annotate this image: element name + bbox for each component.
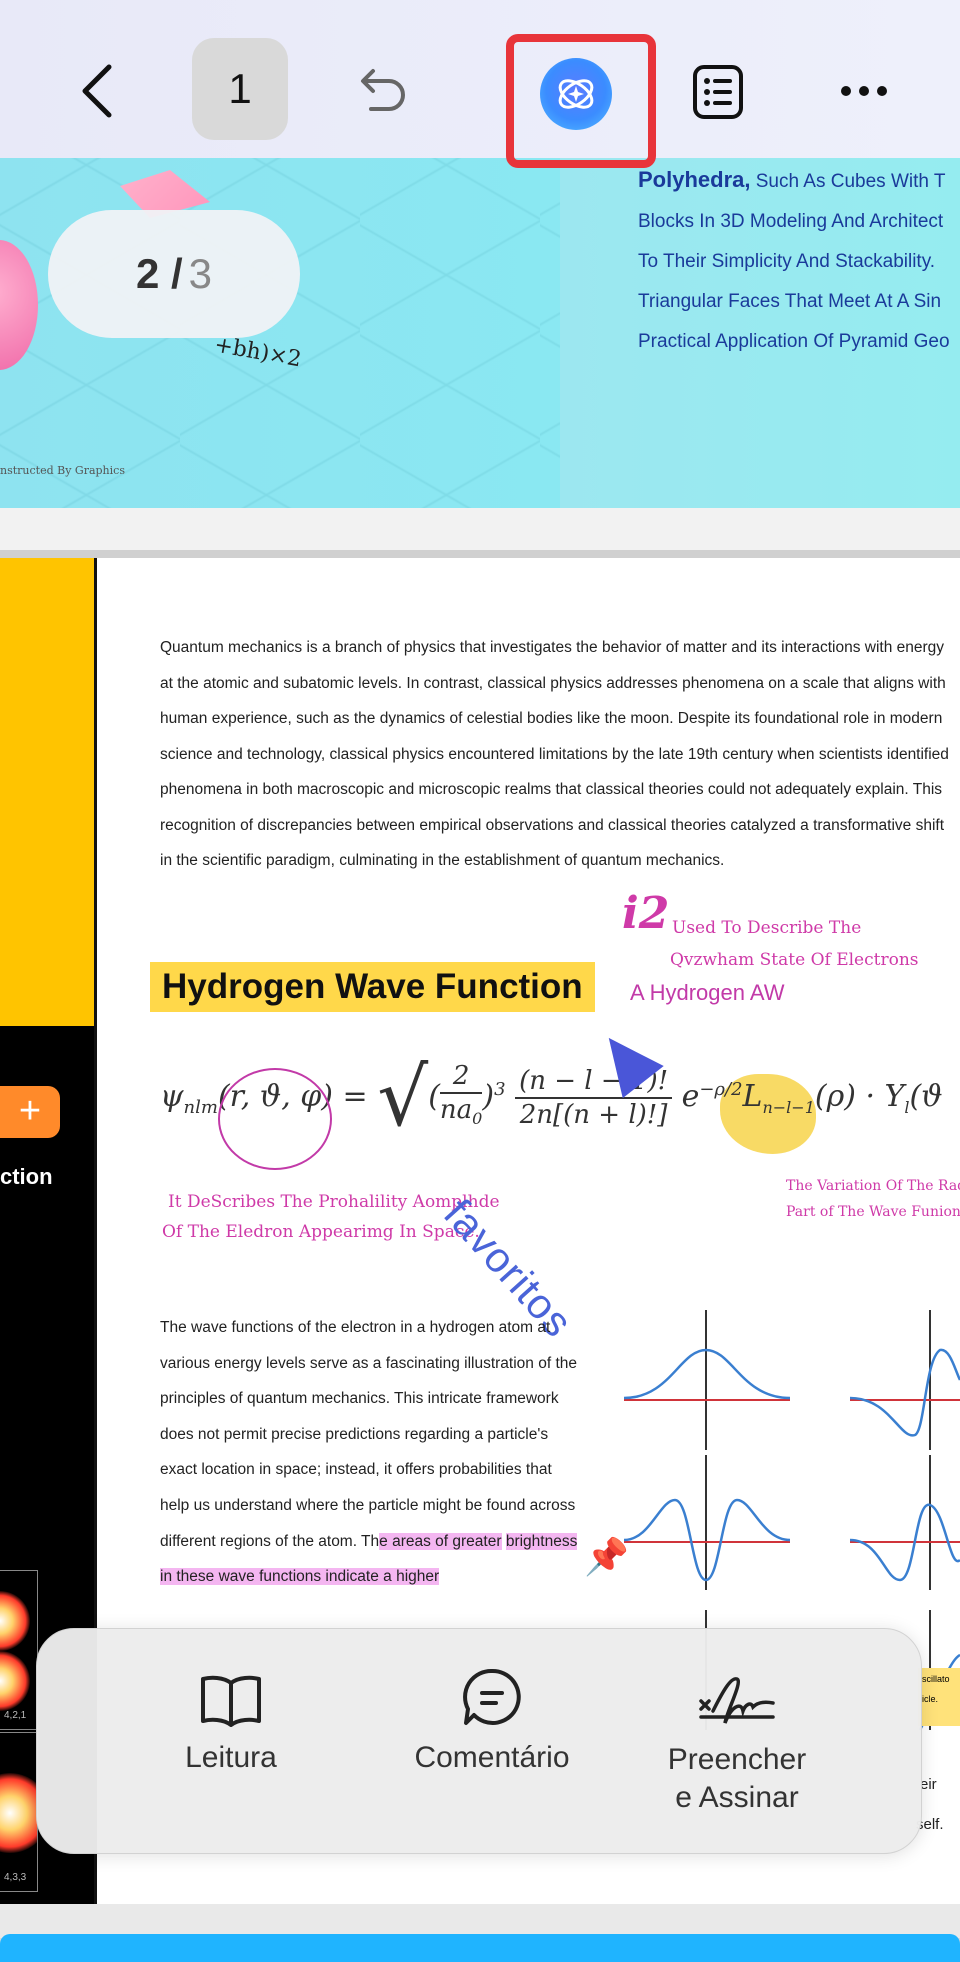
page-number-button[interactable]: 1 <box>192 38 288 140</box>
more-icon <box>841 86 887 96</box>
bottom-toolbar: Leitura Comentário Preencher e Assinar <box>36 1628 922 1854</box>
fill-sign-label: Preencher <box>667 1743 807 1776</box>
highlighted-text[interactable]: e areas of greater <box>379 1532 502 1550</box>
annotation-circle <box>218 1068 332 1170</box>
text-line: To Their Simplicity And Stackability. <box>638 251 936 272</box>
more-options-button[interactable] <box>836 76 892 106</box>
book-icon <box>201 1675 261 1727</box>
top-toolbar: 1 <box>0 0 960 168</box>
handwritten-note: Of The Eledron Appearimg In Space. <box>162 1222 480 1242</box>
wave-paragraph: The wave functions of the electron in a … <box>160 1319 578 1586</box>
section-heading: Hydrogen Wave Function <box>150 962 595 1012</box>
image-caption: nstructed By Graphics <box>0 464 125 477</box>
comment-icon <box>463 1668 521 1725</box>
orbital-glow <box>0 1773 37 1853</box>
polyhedra-text: Polyhedra, Such As Cubes With T Blocks I… <box>638 160 960 362</box>
side-text: eir <box>920 1776 937 1793</box>
thumbnail-label: 4,3,3 <box>4 1872 27 1883</box>
handwritten-note: Part of The Wave Funion. <box>786 1204 960 1220</box>
page-indicator[interactable]: 2 / 3 <box>48 210 300 338</box>
signature-icon <box>699 1677 775 1724</box>
wave-curve <box>849 1348 960 1437</box>
text-line: Triangular Faces That Meet At A Sin <box>638 291 942 312</box>
table-of-contents-icon <box>693 65 743 119</box>
pdf-viewer: +bh)×2 nstructed By Graphics Polyhedra, … <box>0 0 960 1962</box>
undo-button[interactable] <box>350 56 412 126</box>
table-of-contents-button[interactable] <box>690 62 746 122</box>
handwritten-note: Used To Describe The <box>672 918 862 938</box>
handwritten-note: Qvzwham State Of Electrons <box>670 950 919 970</box>
panel-label: ction <box>0 1164 53 1189</box>
handwritten-i2: i2 <box>622 888 670 939</box>
thumbnail-label: 4,2,1 <box>4 1710 27 1721</box>
reading-label: Leitura <box>185 1741 277 1774</box>
text-line: Polyhedra, Such As Cubes With T <box>638 167 946 192</box>
page-gap <box>0 508 960 552</box>
page-current: 2 / <box>135 250 183 297</box>
reading-mode-button[interactable]: Leitura <box>131 1663 331 1775</box>
page-total: 3 <box>188 250 213 297</box>
handwritten-note: The Variation Of The Radia <box>786 1178 960 1194</box>
side-note: scillato icle. <box>918 1668 960 1726</box>
orbital-glow <box>0 1651 30 1711</box>
comment-label: Comentário <box>414 1741 570 1774</box>
highlight-box <box>506 34 656 168</box>
fill-and-sign-button[interactable]: Preencher e Assinar <box>597 1663 877 1817</box>
orbital-thumbnail: 4,3,3 <box>0 1732 38 1892</box>
text-line: Practical Application Of Pyramid Geo <box>638 331 950 352</box>
orbital-glow <box>0 1591 30 1651</box>
handwritten-note: A Hydrogen AW <box>630 980 785 1005</box>
text-line: Blocks In 3D Modeling And Architect <box>638 211 944 232</box>
page-divider <box>0 1904 960 1938</box>
page-divider <box>0 550 960 558</box>
yellow-side-panel <box>0 558 94 1026</box>
orbital-thumbnail: 4,2,1 <box>0 1570 38 1730</box>
back-button[interactable] <box>72 56 122 126</box>
comment-button[interactable]: Comentário <box>357 1663 627 1775</box>
next-page-edge <box>0 1934 960 1962</box>
undo-icon <box>361 69 405 111</box>
back-arrow-icon <box>82 64 112 118</box>
add-button[interactable]: + <box>0 1086 60 1138</box>
intro-paragraph: Quantum mechanics is a branch of physics… <box>160 639 949 869</box>
fill-sign-label: e Assinar <box>675 1781 799 1814</box>
